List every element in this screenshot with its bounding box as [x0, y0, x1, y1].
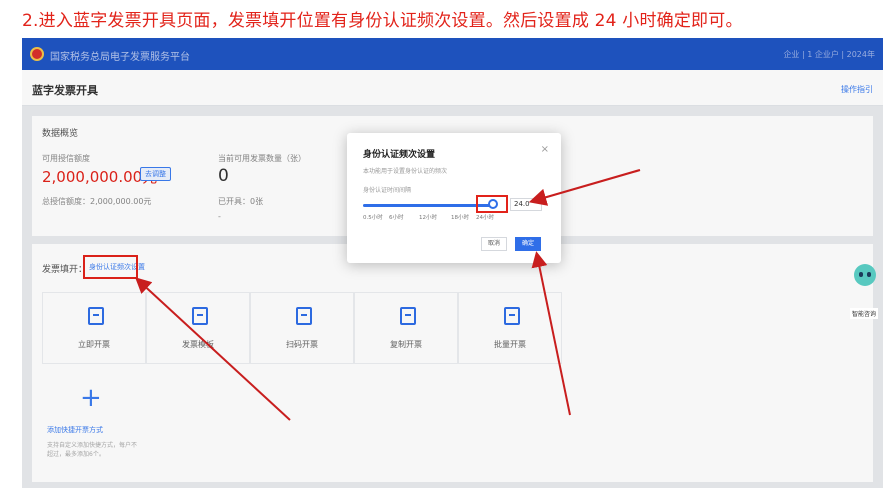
- tick-label: 6小时: [389, 215, 404, 221]
- annotation-box-slider: [476, 195, 508, 213]
- interval-slider-track[interactable]: [363, 204, 493, 207]
- tick-label: 24小时: [476, 215, 494, 221]
- interval-slider-fill: [363, 204, 493, 207]
- dialog-title: 身份认证频次设置: [363, 150, 436, 160]
- interval-label: 身份认证时间间隔: [363, 187, 412, 194]
- cancel-button[interactable]: 取消: [481, 237, 507, 251]
- instruction-caption: 2.进入蓝字发票开具页面，发票填开位置有身份认证频次设置。然后设置成 24 小时…: [22, 11, 743, 31]
- dialog-description: 本功能用于设置身份认证的频次: [363, 168, 448, 175]
- auth-frequency-dialog: 身份认证频次设置 × 本功能用于设置身份认证的频次 身份认证时间间隔 24.0 …: [347, 133, 561, 263]
- app-screenshot: 国家税务总局电子发票服务平台 企业 | 1 企业户 | 2024年 蓝字发票开具…: [22, 38, 883, 488]
- close-icon[interactable]: ×: [541, 144, 549, 155]
- tick-label: 18小时: [451, 215, 469, 221]
- interval-input[interactable]: 24.0: [510, 198, 542, 211]
- tick-label: 0.5小时: [363, 215, 383, 221]
- robot-eye: [859, 272, 863, 277]
- robot-icon: [854, 264, 876, 286]
- confirm-button[interactable]: 确定: [515, 237, 541, 251]
- assistant-widget[interactable]: 智能咨询: [850, 264, 880, 324]
- tick-label: 12小时: [419, 215, 437, 221]
- robot-eye: [867, 272, 871, 277]
- assistant-label: 智能咨询: [850, 308, 879, 319]
- modal-overlay: [22, 38, 883, 488]
